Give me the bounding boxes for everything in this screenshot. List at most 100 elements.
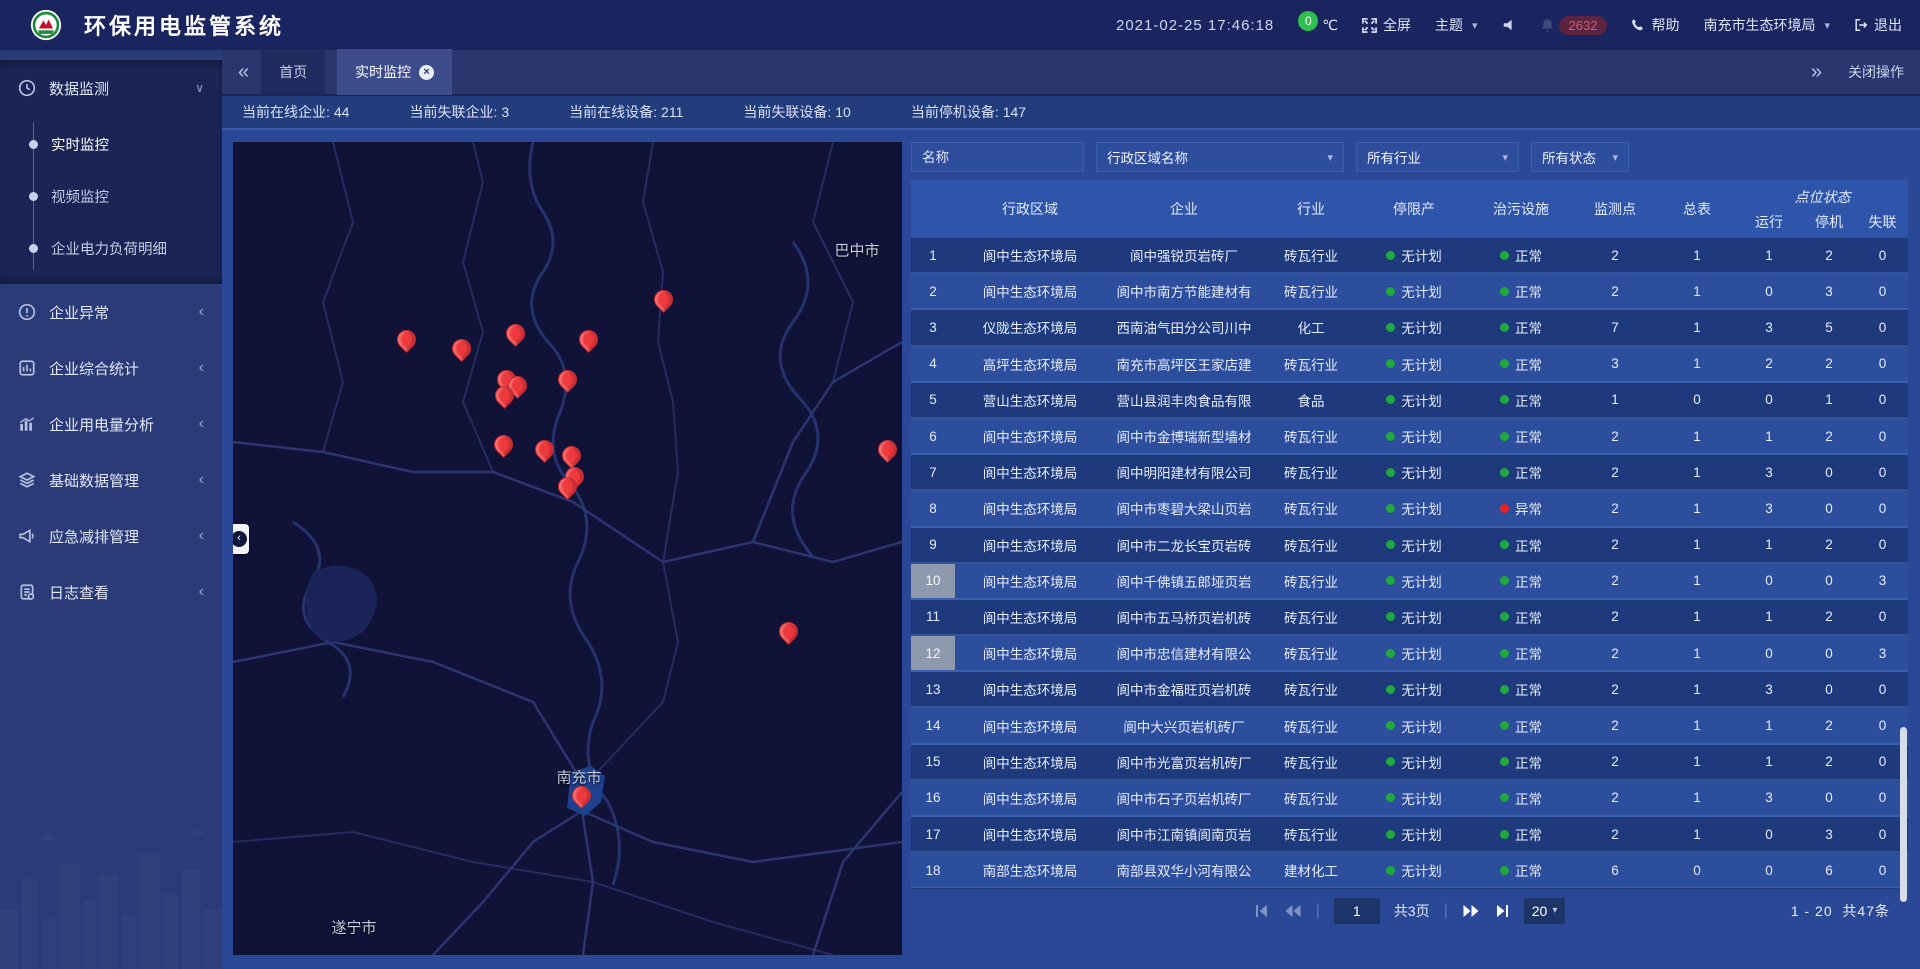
last-page-button[interactable] — [1494, 904, 1510, 918]
cell-region: 高坪生态环境局 — [955, 347, 1105, 381]
status-dot-icon — [1500, 866, 1509, 875]
cell-company: 阆中强锐页岩砖厂 — [1105, 238, 1263, 272]
table-row[interactable]: 14阆中生态环境局阆中大兴页岩机砖厂砖瓦行业无计划正常21120 — [911, 708, 1908, 744]
status-dot-icon — [1386, 540, 1395, 549]
status-dot-icon — [1500, 395, 1509, 404]
cell-total-count: 1 — [1657, 528, 1737, 562]
cell-region: 仪陇生态环境局 — [955, 310, 1105, 344]
cell-industry: 砖瓦行业 — [1263, 564, 1359, 598]
total-value: 共47条 — [1842, 903, 1890, 919]
theme-dropdown[interactable]: 主题 — [1435, 15, 1478, 35]
close-operations-button[interactable]: 关闭操作 — [1848, 62, 1904, 82]
status-dot-icon — [1386, 612, 1395, 621]
state-filter-select[interactable]: 所有状态 — [1531, 142, 1629, 172]
cell-monitor-count: 3 — [1573, 347, 1657, 381]
industry-filter-select[interactable]: 所有行业 — [1356, 142, 1519, 172]
prev-page-button[interactable] — [1284, 904, 1302, 918]
table-row[interactable]: 2阆中生态环境局阆中市南方节能建材有砖瓦行业无计划正常21030 — [911, 274, 1908, 310]
sidebar-group-label: 数据监测 — [49, 78, 109, 99]
name-filter-input[interactable] — [911, 142, 1084, 172]
col-company: 企业 — [1105, 180, 1263, 238]
cell-company: 阆中市忠信建材有限公 — [1105, 636, 1263, 670]
table-row[interactable]: 12阆中生态环境局阆中市忠信建材有限公砖瓦行业无计划正常21003 — [911, 636, 1908, 672]
fullscreen-button[interactable]: 全屏 — [1362, 15, 1411, 35]
table-row[interactable]: 8阆中生态环境局阆中市枣碧大梁山页岩砖瓦行业无计划异常21300 — [911, 491, 1908, 527]
notifications[interactable]: 2632 — [1540, 16, 1608, 35]
cell-facility-status-label: 正常 — [1515, 607, 1542, 627]
sidebar-group-data-monitoring[interactable]: 数据监测 — [0, 60, 222, 116]
region-filter-select[interactable]: 行政区域名称 — [1096, 142, 1344, 172]
status-dot-icon — [1386, 649, 1395, 658]
chevron-left-icon — [199, 473, 204, 487]
table-row[interactable]: 9阆中生态环境局阆中市二龙长宝页岩砖砖瓦行业无计划正常21120 — [911, 528, 1908, 564]
status-count-label: 当前失联设备: — [743, 104, 831, 120]
tab-realtime-monitoring[interactable]: 实时监控 — [337, 49, 452, 95]
map-panel[interactable]: 巴中市南充市遂宁市 — [233, 142, 902, 955]
cell-run-count: 0 — [1737, 853, 1801, 887]
cell-run-count: 0 — [1737, 383, 1801, 417]
sidebar-item-realtime-monitoring[interactable]: 实时监控 — [0, 118, 222, 170]
cell-industry: 砖瓦行业 — [1263, 274, 1359, 308]
table-row[interactable]: 5营山生态环境局营山县润丰肉食品有限食品无计划正常10010 — [911, 383, 1908, 419]
table-row[interactable]: 15阆中生态环境局阆中市光富页岩机砖厂砖瓦行业无计划正常21120 — [911, 745, 1908, 781]
cell-region: 阆中生态环境局 — [955, 781, 1105, 815]
sidebar-item-video-monitoring[interactable]: 视频监控 — [0, 170, 222, 222]
table-row[interactable]: 17阆中生态环境局阆中市江南镇阆南页岩砖瓦行业无计划正常21030 — [911, 817, 1908, 853]
tab-home[interactable]: 首页 — [261, 49, 325, 95]
cell-stop-count: 2 — [1801, 347, 1857, 381]
exit-label: 退出 — [1874, 15, 1902, 35]
cell-industry: 建材化工 — [1263, 853, 1359, 887]
cell-production-status: 无计划 — [1359, 564, 1469, 598]
status-dot-icon — [1386, 287, 1395, 296]
cell-monitor-count: 7 — [1573, 310, 1657, 344]
cell-production-status-label: 无计划 — [1401, 571, 1442, 591]
chevron-left-icon — [199, 585, 204, 599]
cell-monitor-count: 2 — [1573, 745, 1657, 779]
cell-facility-status: 正常 — [1469, 419, 1573, 453]
fullscreen-label: 全屏 — [1383, 15, 1411, 35]
table-row[interactable]: 7阆中生态环境局阆中明阳建材有限公司砖瓦行业无计划正常21300 — [911, 455, 1908, 491]
cell-stop-count: 2 — [1801, 600, 1857, 634]
page-number-input[interactable]: 1 — [1334, 898, 1380, 924]
cell-production-status-label: 无计划 — [1401, 643, 1442, 663]
status-count-value: 147 — [1003, 104, 1026, 120]
table-row[interactable]: 10阆中生态环境局阆中千佛镇五郎垭页岩砖瓦行业无计划正常21003 — [911, 564, 1908, 600]
tabs-scroll-right-icon[interactable] — [1811, 61, 1822, 84]
cell-lost-count: 0 — [1857, 383, 1908, 417]
cell-facility-status: 正常 — [1469, 528, 1573, 562]
enterprise-panel: 行政区域名称 所有行业 所有状态 行政区域 企业 — [911, 142, 1908, 955]
table-row[interactable]: 16阆中生态环境局阆中市石子页岩机砖厂砖瓦行业无计划正常21300 — [911, 781, 1908, 817]
tab-close-icon[interactable] — [419, 65, 434, 80]
table-row[interactable]: 1阆中生态环境局阆中强锐页岩砖厂砖瓦行业无计划正常21120 — [911, 238, 1908, 274]
cell-production-status: 无计划 — [1359, 491, 1469, 525]
map-collapse-button[interactable] — [233, 524, 249, 554]
exit-button[interactable]: 退出 — [1854, 15, 1902, 35]
help-button[interactable]: 帮助 — [1631, 15, 1679, 35]
sidebar-group-power-analysis[interactable]: 企业用电量分析 — [0, 396, 222, 452]
table-row[interactable]: 6阆中生态环境局阆中市金博瑞新型墙材砖瓦行业无计划正常21120 — [911, 419, 1908, 455]
org-dropdown[interactable]: 南充市生态环境局 — [1703, 15, 1830, 35]
table-scrollbar[interactable] — [1900, 727, 1907, 902]
table-row[interactable]: 4高坪生态环境局南充市高坪区王家店建砖瓦行业无计划正常31220 — [911, 347, 1908, 383]
table-row[interactable]: 11阆中生态环境局阆中市五马桥页岩机砖砖瓦行业无计划正常21120 — [911, 600, 1908, 636]
table-row[interactable]: 3仪陇生态环境局西南油气田分公司川中化工无计划正常71350 — [911, 310, 1908, 346]
sidebar-group-log-view[interactable]: 日志查看 — [0, 564, 222, 620]
first-page-button[interactable] — [1254, 904, 1270, 918]
cell-production-status-label: 无计划 — [1401, 860, 1442, 880]
next-page-button[interactable] — [1462, 904, 1480, 918]
sidebar-group-enterprise-statistics[interactable]: 企业综合统计 — [0, 340, 222, 396]
page-size-select[interactable]: 20 — [1524, 898, 1566, 924]
sidebar-group-emergency-reduction[interactable]: 应急减排管理 — [0, 508, 222, 564]
sidebar-item-power-load-detail[interactable]: 企业电力负荷明细 — [0, 222, 222, 274]
sidebar-group-enterprise-abnormal[interactable]: 企业异常 — [0, 284, 222, 340]
row-number: 5 — [911, 383, 955, 417]
tabs-scroll-left-icon[interactable] — [238, 61, 249, 84]
table-row[interactable]: 18南部生态环境局南部县双华小河有限公建材化工无计划正常60060 — [911, 853, 1908, 889]
col-region: 行政区域 — [955, 180, 1105, 238]
sidebar-group-base-data[interactable]: 基础数据管理 — [0, 452, 222, 508]
row-number: 13 — [911, 672, 955, 706]
sound-toggle[interactable] — [1502, 18, 1516, 32]
table-row[interactable]: 13阆中生态环境局阆中市金福旺页岩机砖砖瓦行业无计划正常21300 — [911, 672, 1908, 708]
col-point-status-group: 点位状态 — [1737, 180, 1908, 209]
status-dot-icon — [1500, 432, 1509, 441]
